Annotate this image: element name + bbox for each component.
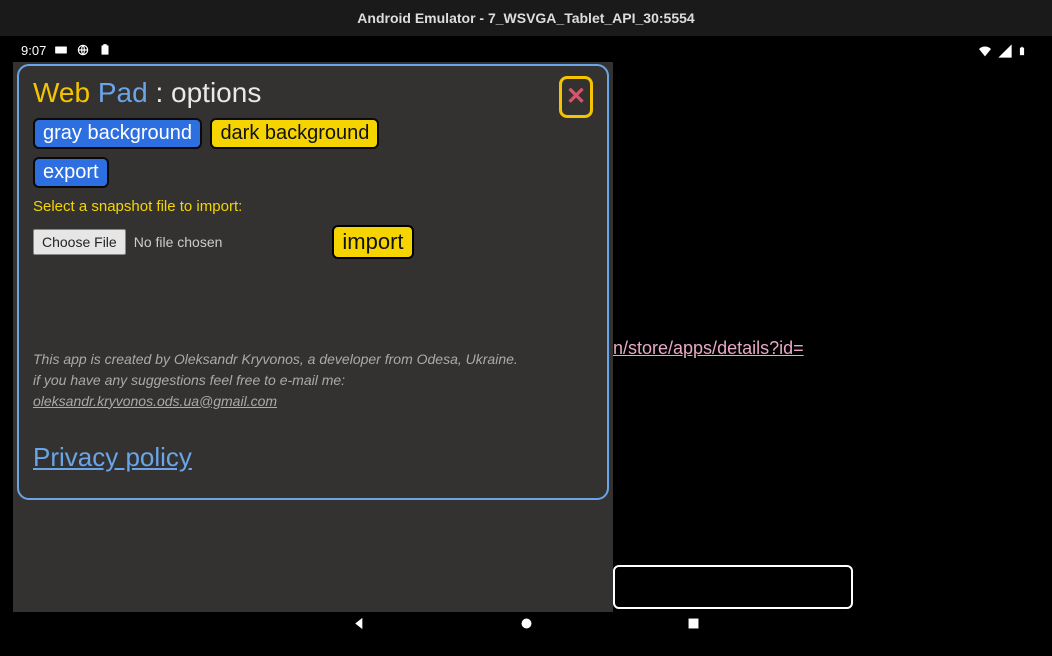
credits-block: This app is created by Oleksandr Kryvono…	[33, 349, 593, 412]
statusbar-clock: 9:07	[21, 43, 46, 58]
file-chosen-status: No file chosen	[134, 234, 223, 250]
app-content: n/store/apps/details?id= ✕ Web Pad : opt…	[13, 62, 1039, 612]
title-suffix: : options	[155, 77, 261, 108]
export-button[interactable]: export	[33, 157, 109, 188]
emulator-title: Android Emulator - 7_WSVGA_Tablet_API_30…	[357, 10, 694, 26]
keyboard-icon	[54, 43, 68, 57]
emulator-titlebar: Android Emulator - 7_WSVGA_Tablet_API_30…	[0, 0, 1052, 36]
options-dialog: ✕ Web Pad : options gray background dark…	[17, 64, 609, 500]
dark-background-button[interactable]: dark background	[210, 118, 379, 149]
nav-recent-button[interactable]	[685, 615, 702, 637]
credits-line-2: if you have any suggestions feel free to…	[33, 370, 593, 391]
credits-line-1: This app is created by Oleksandr Kryvono…	[33, 349, 593, 370]
clipboard-icon	[98, 43, 112, 57]
nav-home-button[interactable]	[518, 615, 535, 637]
wifi-icon	[977, 43, 991, 57]
store-link-fragment[interactable]: n/store/apps/details?id=	[613, 338, 804, 359]
title-pad: Pad	[98, 77, 148, 108]
signal-icon	[997, 43, 1011, 57]
statusbar: 9:07	[13, 38, 1039, 62]
close-button[interactable]: ✕	[559, 76, 593, 118]
device-screen: 9:07 n/store/apps/details?id	[13, 38, 1039, 640]
gray-background-button[interactable]: gray background	[33, 118, 202, 149]
dialog-title: Web Pad : options	[33, 76, 593, 110]
import-instruction: Select a snapshot file to import:	[33, 198, 593, 215]
modal-backdrop: ✕ Web Pad : options gray background dark…	[13, 62, 613, 612]
system-navbar	[13, 612, 1039, 640]
close-icon: ✕	[566, 85, 586, 109]
circle-home-icon	[518, 615, 535, 632]
background-input[interactable]	[613, 565, 853, 609]
choose-file-button[interactable]: Choose File	[33, 229, 126, 255]
credits-email-link[interactable]: oleksandr.kryvonos.ods.ua@gmail.com	[33, 393, 277, 409]
square-recent-icon	[685, 615, 702, 632]
import-button[interactable]: import	[332, 225, 413, 259]
triangle-back-icon	[351, 615, 368, 632]
battery-icon	[1017, 43, 1031, 57]
globe-icon	[76, 43, 90, 57]
nav-back-button[interactable]	[351, 615, 368, 637]
privacy-policy-link[interactable]: Privacy policy	[33, 442, 192, 473]
title-web: Web	[33, 77, 90, 108]
